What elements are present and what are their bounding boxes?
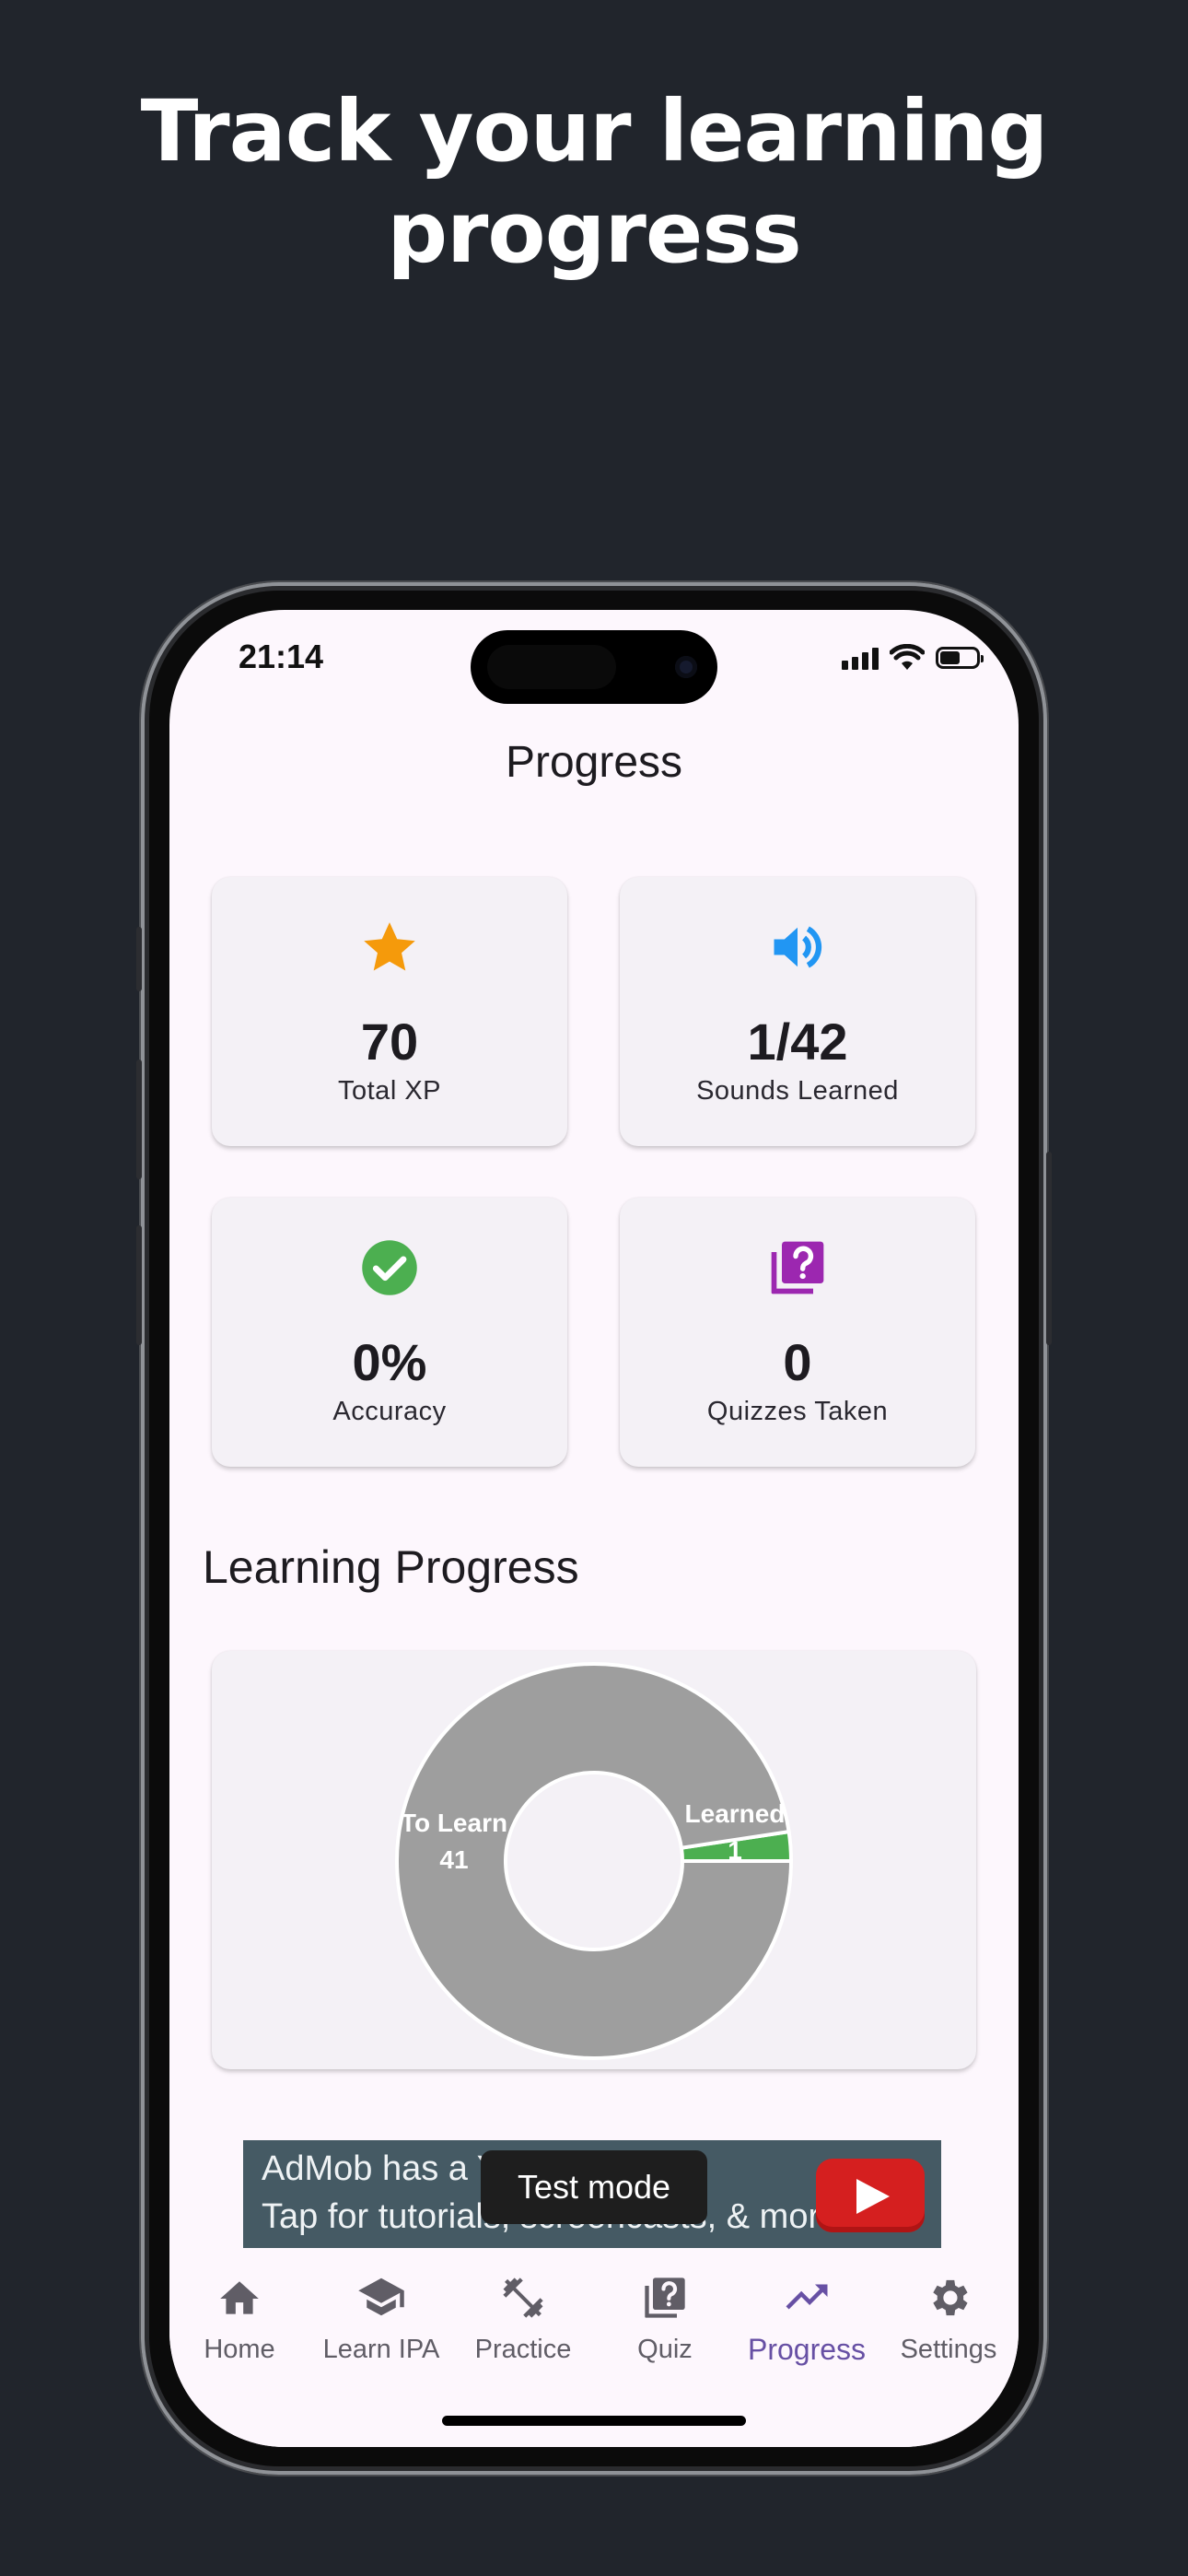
- home-icon: [220, 2281, 259, 2314]
- star-icon: [364, 922, 415, 971]
- learning-progress-donut-chart: To Learn 41 Learned 1: [395, 1661, 794, 2060]
- dynamic-island: [471, 630, 717, 704]
- stat-card-accuracy: 0% Accuracy: [212, 1198, 567, 1467]
- sounds-learned-label: Sounds Learned: [696, 1076, 899, 1106]
- phone-volume-down-button: [136, 1225, 142, 1345]
- test-mode-toast: Test mode: [481, 2150, 707, 2224]
- nav-item-settings[interactable]: Settings: [879, 2248, 1018, 2365]
- sounds-learned-value: 1/42: [747, 1013, 848, 1071]
- phone-action-button: [136, 927, 142, 991]
- nav-label-learn-ipa: Learn IPA: [322, 2335, 440, 2364]
- stat-card-sounds-learned: 1/42 Sounds Learned: [620, 877, 975, 1146]
- quiz-icon: [645, 2277, 685, 2318]
- slice-value-learned: 1: [728, 1836, 742, 1865]
- promo-headline: Track your learning progress: [0, 81, 1188, 284]
- promo-headline-line2: progress: [387, 183, 802, 282]
- page-title: Progress: [505, 738, 683, 787]
- youtube-play-icon: [816, 2159, 925, 2232]
- slice-label-learned: Learned: [685, 1799, 786, 1828]
- nav-item-progress[interactable]: Progress: [738, 2248, 876, 2367]
- ad-line-1: AdMob has a Yo: [262, 2149, 517, 2188]
- quizzes-taken-value: 0: [783, 1333, 812, 1391]
- battery-icon: [936, 647, 984, 669]
- nav-item-learn-ipa[interactable]: Learn IPA: [312, 2248, 450, 2365]
- stat-card-total-xp: 70 Total XP: [212, 877, 567, 1146]
- phone-volume-up-button: [136, 1060, 142, 1179]
- nav-label-quiz: Quiz: [637, 2335, 693, 2364]
- accuracy-value: 0%: [352, 1333, 427, 1391]
- nav-label-practice: Practice: [474, 2335, 572, 2364]
- check-circle-icon: [362, 1240, 417, 1295]
- quiz-icon: [771, 1241, 824, 1294]
- nav-label-settings: Settings: [900, 2335, 997, 2364]
- status-icons: [842, 643, 984, 673]
- cellular-signal-icon: [842, 646, 879, 670]
- stat-card-quizzes-taken: 0 Quizzes Taken: [620, 1198, 975, 1467]
- nav-label-home: Home: [204, 2335, 275, 2364]
- home-indicator: [442, 2416, 746, 2426]
- slice-label-to-learn: To Learn: [401, 1809, 507, 1837]
- slice-value-to-learn: 41: [439, 1845, 468, 1874]
- accuracy-label: Accuracy: [332, 1397, 447, 1426]
- wifi-icon: [890, 644, 925, 670]
- learning-progress-title: Learning Progress: [203, 1541, 579, 1593]
- total-xp-value: 70: [360, 1013, 419, 1071]
- phone-power-button: [1046, 1152, 1052, 1345]
- total-xp-label: Total XP: [338, 1076, 441, 1106]
- dumbbell-icon: [503, 2277, 543, 2318]
- app-screen: 21:14 Progress 70 Total XP 1/42 Sounds L…: [169, 610, 1019, 2447]
- nav-item-quiz[interactable]: Quiz: [596, 2248, 734, 2365]
- nav-label-progress: Progress: [747, 2333, 867, 2366]
- learning-progress-chart-card: To Learn 41 Learned 1: [212, 1651, 976, 2069]
- gear-icon: [933, 2279, 968, 2316]
- nav-item-practice[interactable]: Practice: [454, 2248, 592, 2365]
- camera-icon: [675, 656, 697, 678]
- promo-headline-line1: Track your learning: [140, 82, 1049, 181]
- volume-icon: [774, 926, 822, 968]
- quizzes-taken-label: Quizzes Taken: [706, 1397, 889, 1426]
- trending-up-icon: [786, 2284, 828, 2310]
- school-icon: [358, 2277, 404, 2316]
- nav-item-home[interactable]: Home: [170, 2248, 309, 2365]
- status-time: 21:14: [239, 638, 324, 675]
